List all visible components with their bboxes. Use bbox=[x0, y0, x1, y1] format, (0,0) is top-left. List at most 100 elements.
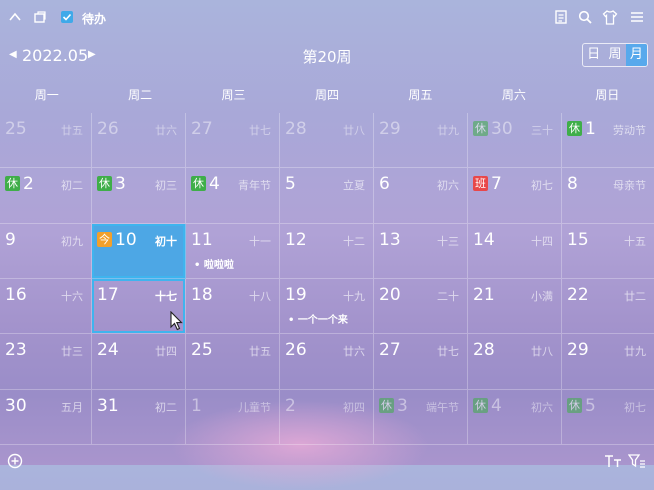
day-cell[interactable]: 27 廿七 bbox=[186, 113, 280, 169]
day-cell[interactable]: 休 3 端午节 bbox=[374, 389, 468, 445]
day-number-text: 18 bbox=[191, 284, 213, 305]
lunar-date: 初四 bbox=[343, 400, 365, 414]
todo-checkbox-icon[interactable] bbox=[58, 8, 76, 26]
day-cell[interactable]: 1 儿童节 bbox=[186, 389, 280, 445]
lunar-date: 廿八 bbox=[531, 345, 553, 359]
day-cell[interactable]: 休 5 初七 bbox=[562, 390, 654, 445]
day-cell[interactable]: 27 廿七 bbox=[374, 334, 468, 390]
lunar-date: 初十 bbox=[155, 234, 177, 248]
day-cell[interactable]: 14 十四 bbox=[468, 223, 562, 279]
day-cell[interactable]: 11 十一 • 啦啦啦 bbox=[186, 223, 280, 279]
day-number-text: 3 bbox=[397, 395, 408, 416]
day-number: 休 30 bbox=[473, 119, 513, 139]
day-number-text: 28 bbox=[473, 340, 495, 361]
day-cell[interactable]: 29 廿九 bbox=[374, 113, 468, 169]
day-cell[interactable]: 15 十五 bbox=[562, 224, 654, 279]
event-item[interactable]: • 一个一个来 bbox=[288, 311, 348, 326]
day-number-text: 30 bbox=[5, 395, 27, 416]
day-number: 28 bbox=[285, 119, 307, 139]
day-cell[interactable]: 16 十六 bbox=[0, 278, 92, 335]
day-cell[interactable]: 6 初六 bbox=[374, 168, 468, 224]
lunar-date: 初七 bbox=[624, 400, 646, 414]
filter-icon[interactable] bbox=[627, 453, 646, 472]
weekday-header: 周一 周二 周三 周四 周五 周六 周日 bbox=[0, 80, 654, 110]
todo-label[interactable]: 待办 bbox=[82, 10, 106, 27]
lunar-date: 初九 bbox=[61, 234, 83, 248]
lunar-date: 初二 bbox=[61, 179, 83, 193]
day-cell[interactable]: 5 立夏 bbox=[280, 168, 374, 224]
day-cell[interactable]: 休 1 劳动节 bbox=[562, 113, 654, 169]
day-cell[interactable]: 休 4 初六 bbox=[468, 389, 562, 445]
lunar-date: 五月 bbox=[61, 400, 83, 414]
day-cell[interactable]: 26 廿六 bbox=[280, 334, 374, 390]
day-cell[interactable]: 28 廿八 bbox=[468, 334, 562, 390]
event-item[interactable]: • 啦啦啦 bbox=[194, 256, 234, 271]
lunar-date: 十三 bbox=[437, 234, 459, 248]
notes-icon[interactable] bbox=[552, 8, 570, 26]
view-day-button[interactable]: 日 bbox=[583, 44, 604, 66]
day-number-text: 1 bbox=[585, 119, 596, 139]
window-icon[interactable] bbox=[31, 8, 49, 26]
collapse-icon[interactable] bbox=[6, 8, 24, 26]
menu-icon[interactable] bbox=[628, 8, 646, 26]
day-number-text: 27 bbox=[191, 119, 213, 139]
weekday-label: 周四 bbox=[314, 88, 339, 102]
text-format-icon[interactable] bbox=[604, 453, 622, 472]
lunar-date: 二十 bbox=[437, 289, 459, 303]
day-cell[interactable]: 22 廿二 bbox=[562, 279, 654, 335]
day-cell[interactable]: 30 五月 bbox=[0, 389, 92, 445]
lunar-date: 廿八 bbox=[343, 124, 365, 137]
search-icon[interactable] bbox=[576, 8, 594, 26]
day-cell[interactable]: 2 初四 bbox=[280, 389, 374, 445]
day-cell[interactable]: 8 母亲节 bbox=[562, 168, 654, 224]
day-cell[interactable]: 9 初九 bbox=[0, 223, 92, 279]
holiday-badge: 休 bbox=[97, 176, 112, 192]
weekday-label: 周二 bbox=[128, 88, 153, 102]
day-number: 25 bbox=[191, 340, 213, 360]
day-cell[interactable]: 24 廿四 bbox=[92, 334, 186, 390]
lunar-date: 小满 bbox=[531, 289, 553, 303]
day-cell[interactable]: 20 二十 bbox=[374, 278, 468, 335]
view-month-button[interactable]: 月 bbox=[625, 44, 647, 66]
day-cell[interactable]: 29 廿九 bbox=[562, 334, 654, 390]
day-number-text: 21 bbox=[473, 284, 495, 305]
day-number: 30 bbox=[5, 396, 27, 416]
day-cell[interactable]: 18 十八 bbox=[186, 278, 280, 335]
add-icon[interactable] bbox=[7, 453, 23, 473]
day-cell[interactable]: 31 初二 bbox=[92, 389, 186, 445]
day-number-text: 1 bbox=[191, 395, 202, 416]
lunar-date: 廿五 bbox=[249, 345, 271, 359]
day-cell[interactable]: 休 30 三十 bbox=[468, 113, 562, 169]
day-cell-today[interactable]: 今 10 初十 bbox=[92, 223, 186, 279]
day-number: 29 bbox=[567, 340, 589, 360]
day-cell[interactable]: 休 4 青年节 bbox=[186, 168, 280, 224]
weekday-label: 周六 bbox=[501, 88, 526, 102]
view-week-button[interactable]: 周 bbox=[604, 44, 625, 66]
day-number-text: 23 bbox=[5, 340, 27, 361]
day-cell[interactable]: 班 7 初七 bbox=[468, 168, 562, 224]
day-cell[interactable]: 休 3 初三 bbox=[92, 168, 186, 224]
day-number: 31 bbox=[97, 396, 119, 416]
day-cell[interactable]: 21 小满 bbox=[468, 278, 562, 335]
day-number-text: 26 bbox=[285, 340, 307, 361]
month-grid: 25 廿五 26 廿六 27 廿七 28 廿八 29 廿九休 30 三十休 1 劳动节休 2 初二休 3 初三休 4… bbox=[0, 113, 654, 445]
day-number-text: 24 bbox=[97, 340, 119, 361]
day-cell[interactable]: 休 2 初二 bbox=[0, 168, 92, 224]
holiday-badge: 休 bbox=[567, 397, 582, 413]
event-dot-icon: • bbox=[194, 259, 204, 271]
lunar-date: 劳动节 bbox=[613, 124, 646, 137]
day-cell[interactable]: 13 十三 bbox=[374, 223, 468, 279]
day-cell[interactable]: 25 廿五 bbox=[186, 334, 280, 390]
day-cell[interactable]: 23 廿三 bbox=[0, 334, 92, 390]
top-toolbar: 待办 bbox=[0, 0, 654, 36]
day-cell[interactable]: 25 廿五 bbox=[0, 113, 92, 169]
day-cell[interactable]: 19 十九 • 一个一个来 bbox=[280, 278, 374, 335]
day-cell[interactable]: 26 廿六 bbox=[92, 113, 186, 169]
day-cell[interactable]: 28 廿八 bbox=[280, 113, 374, 169]
day-number-text: 4 bbox=[491, 395, 502, 416]
bottom-bar bbox=[0, 445, 654, 469]
holiday-badge: 休 bbox=[379, 397, 394, 413]
day-number: 22 bbox=[567, 285, 589, 305]
shirt-icon[interactable] bbox=[601, 8, 619, 26]
day-cell[interactable]: 12 十二 bbox=[280, 223, 374, 279]
